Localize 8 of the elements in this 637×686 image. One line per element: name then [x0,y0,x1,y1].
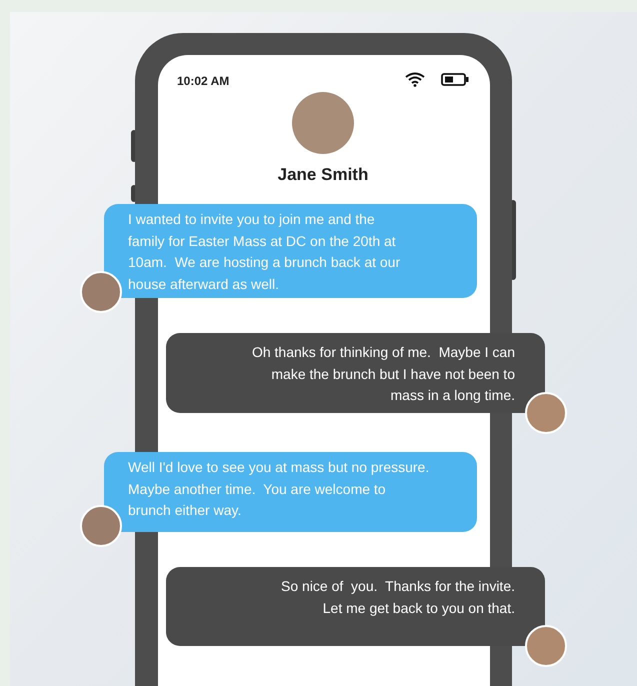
battery-icon [441,73,469,86]
sent-message: So nice of you. Thanks for the invite. Let me get back to you on that. [166,567,545,646]
received-message: Well I'd love to see you at mass but no pressure. Maybe another time. You are welcome to brunch either way. [104,452,477,532]
contact-name: Jane Smith [276,164,370,186]
sent-message: Oh thanks for thinking of me. Maybe I can make the brunch but I have not been to mass in a long time. [166,333,545,413]
status-time: 10:02 AM [177,73,230,90]
wifi-icon [405,72,425,87]
received-message: I wanted to invite you to join me and the family for Easter Mass at DC on the 20th at 10am. We are hosting a brunch back at our house afterward as well. [104,204,477,298]
